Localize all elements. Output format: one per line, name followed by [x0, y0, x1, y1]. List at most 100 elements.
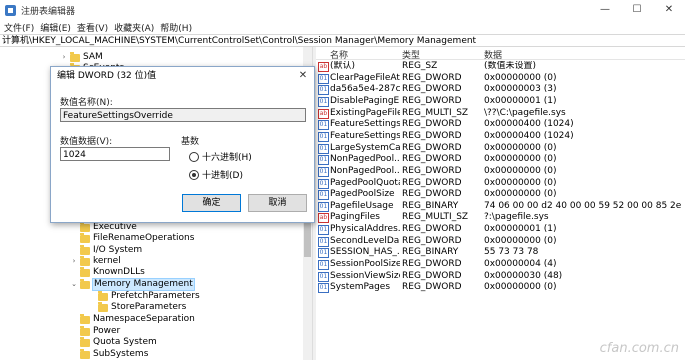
value-type: REG_DWORD [402, 235, 462, 246]
cancel-button[interactable]: 取消 [248, 194, 307, 212]
binary-value-icon: 01 [318, 225, 329, 236]
tree-item-label: KnownDLLs [93, 267, 145, 277]
radio-hexadecimal[interactable]: 十六进制(H) [189, 150, 252, 163]
binary-value-icon: 01 [318, 96, 329, 107]
tree-item[interactable]: FileRenameOperations [70, 232, 194, 244]
folder-icon [80, 255, 90, 266]
expand-arrow-icon[interactable]: › [70, 256, 78, 267]
value-row[interactable]: 01LargeSystemCa...REG_DWORD 0x00000000 (0… [316, 143, 685, 155]
value-row[interactable]: 01SecondLevelDa...REG_DWORD 0x00000000 (0… [316, 236, 685, 248]
value-data-field[interactable]: 1024 [60, 147, 170, 161]
value-row[interactable]: ab (默认) REG_SZ (数值未设置) [316, 61, 685, 73]
expand-arrow-icon[interactable]: › [60, 52, 68, 63]
value-row[interactable]: ab ExistingPageFiles REG_MULTI_SZ \??\C:\pa… [316, 108, 685, 120]
value-name: SESSION_HAS_... [330, 247, 400, 258]
value-data: 74 06 00 00 d2 40 00 00 59 52 00 00 85 2… [484, 200, 684, 211]
binary-value-icon: 01 [318, 201, 329, 212]
value-data: ?:\pagefile.sys [484, 212, 549, 223]
value-name: FeatureSettings... [330, 119, 400, 130]
tree-item[interactable]: › kernel [70, 255, 121, 267]
dialog-title: 编辑 DWORD (32 位)值 [57, 71, 157, 81]
folder-icon [70, 51, 80, 62]
tree-item[interactable]: ⌄ Memory Management [70, 278, 195, 291]
value-data: 0x00000001 (1) [484, 224, 557, 235]
value-name: FeatureSettings... [330, 130, 400, 141]
tree-item-label: NamespaceSeparation [93, 314, 195, 324]
value-row[interactable]: 01ClearPageFileAt...REG_DWORD 0x00000000 … [316, 73, 685, 85]
column-data[interactable]: 数据 [484, 48, 502, 61]
value-row[interactable]: 01FeatureSettings...REG_DWORD 0x00000400 … [316, 131, 685, 143]
tree-item[interactable]: Executive [70, 221, 137, 233]
value-data: 0x00000000 (0) [484, 282, 557, 293]
menu-help[interactable]: 帮助(H) [160, 21, 192, 34]
ok-button[interactable]: 确定 [182, 194, 241, 212]
value-row[interactable]: 01FeatureSettings...REG_DWORD 0x00000400 … [316, 119, 685, 131]
value-row[interactable]: 01da56a5e4-287c...REG_DWORD 0x00000003 (3… [316, 84, 685, 96]
value-data-label: 数值数据(V): [60, 137, 113, 147]
value-type: REG_DWORD [402, 154, 462, 165]
value-row[interactable]: 01 SystemPages REG_DWORD 0x00000000 (0) [316, 282, 685, 294]
radio-decimal[interactable]: 十进制(D) [189, 168, 243, 181]
value-row[interactable]: 01 PhysicalAddres... REG_DWORD 0x00000001 (… [316, 224, 685, 236]
tree-item[interactable]: › SAM [60, 51, 103, 63]
menu-file[interactable]: 文件(F) [4, 21, 34, 34]
expand-arrow-icon[interactable]: ⌄ [70, 279, 78, 290]
value-row[interactable]: ab PagingFiles REG_MULTI_SZ ?:\pagefile.sys [316, 212, 685, 224]
menu-view[interactable]: 查看(V) [77, 21, 108, 34]
tree-item[interactable]: I/O System [70, 244, 143, 256]
value-data: 55 73 73 78 [484, 247, 539, 258]
tree-item-label: I/O System [93, 245, 143, 255]
value-name-field[interactable]: FeatureSettingsOverride [60, 108, 306, 122]
tree-item-label: Power [93, 326, 121, 336]
maximize-button[interactable]: ☐ [621, 0, 653, 20]
tree-item[interactable]: SubSystems [70, 348, 148, 360]
value-name: SystemPages [330, 282, 391, 293]
value-data: (数值未设置) [484, 61, 537, 71]
tree-item[interactable]: Quota System [70, 336, 157, 348]
folder-icon [80, 278, 90, 289]
value-row[interactable]: 01 PagefileUsage REG_BINARY 74 06 00 00 d2 … [316, 201, 685, 213]
tree-item[interactable]: StoreParameters [88, 301, 186, 313]
value-row[interactable]: 01DisablePagingE...REG_DWORD 0x00000001 (… [316, 96, 685, 108]
value-row[interactable]: 01 PagedPoolSize REG_DWORD 0x00000000 (0) [316, 189, 685, 201]
value-data: 0x00000400 (1024) [484, 119, 574, 130]
value-row[interactable]: 01 PagedPoolQuota REG_DWORD 0x00000000 (0) [316, 178, 685, 190]
radio-hex-indicator[interactable] [189, 151, 199, 162]
menu-favorites[interactable]: 收藏夹(A) [114, 21, 154, 34]
tree-item[interactable]: Power [70, 325, 121, 337]
column-name[interactable]: 名称 [330, 48, 348, 61]
scrollbar-thumb[interactable] [304, 217, 311, 257]
tree-item-label: kernel [93, 256, 121, 266]
value-data: 0x00000000 (0) [484, 189, 557, 200]
tree-item[interactable]: KnownDLLs [70, 266, 145, 278]
list-header: 名称 类型 数据 [316, 47, 685, 61]
menu-edit[interactable]: 编辑(E) [40, 21, 71, 34]
close-button[interactable]: ✕ [653, 0, 685, 20]
binary-value-icon: 01 [318, 143, 329, 154]
string-value-icon: ab [318, 213, 329, 224]
radio-dec-indicator[interactable] [189, 169, 199, 180]
binary-value-icon: 01 [318, 178, 329, 189]
value-row[interactable]: 01 SESSION_HAS_... REG_BINARY 55 73 73 78 [316, 247, 685, 259]
value-row[interactable]: 01 NonPagedPool... REG_DWORD 0x00000000 (0) [316, 154, 685, 166]
address-bar[interactable]: 计算机\HKEY_LOCAL_MACHINE\SYSTEM\CurrentCon… [0, 34, 685, 47]
radio-dec-label: 十进制(D) [202, 171, 243, 181]
folder-icon [80, 313, 90, 324]
tree-item[interactable]: PrefetchParameters [88, 290, 200, 302]
string-value-icon: ab [318, 108, 329, 119]
minimize-button[interactable]: — [589, 0, 621, 20]
tree-item[interactable]: NamespaceSeparation [70, 313, 195, 325]
value-data: 0x00000001 (1) [484, 95, 557, 106]
binary-value-icon: 01 [318, 131, 329, 142]
folder-icon [80, 336, 90, 347]
column-type[interactable]: 类型 [402, 48, 420, 61]
dialog-close-icon[interactable]: ✕ [296, 67, 310, 85]
value-row[interactable]: 01 SessionPoolSize REG_DWORD 0x00000004 (4) [316, 259, 685, 271]
folder-icon [80, 244, 90, 255]
value-row[interactable]: 01 SessionViewSize REG_DWORD 0x00000030 (48… [316, 271, 685, 283]
value-data: 0x00000000 (0) [484, 235, 557, 246]
value-row[interactable]: 01 NonPagedPool... REG_DWORD 0x00000000 (0) [316, 166, 685, 178]
window-title: 注册表编辑器 [21, 6, 76, 17]
value-type: REG_DWORD [402, 189, 462, 200]
regedit-app-icon [5, 4, 16, 16]
